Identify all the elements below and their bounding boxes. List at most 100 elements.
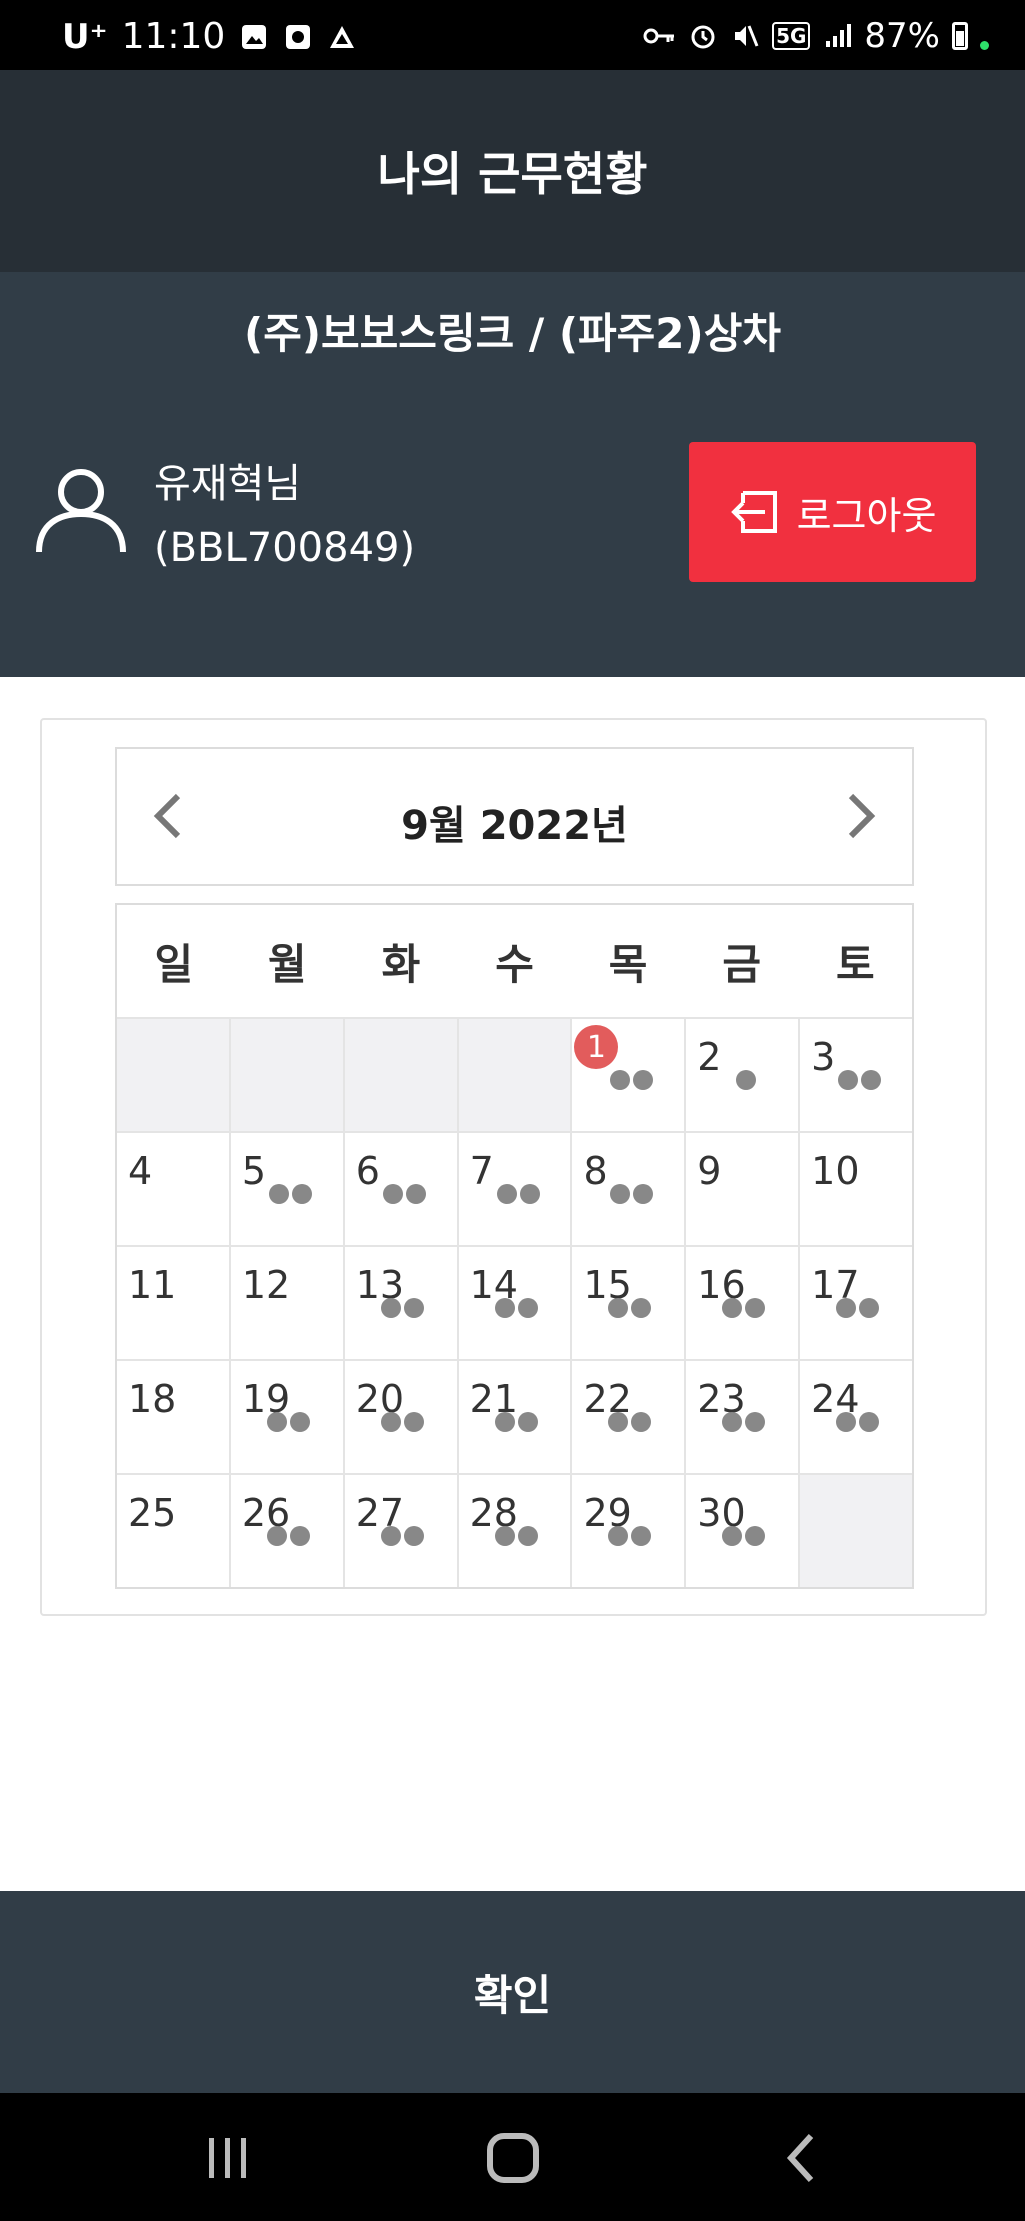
attendance-dots (268, 1184, 312, 1204)
attendance-dot (722, 1526, 743, 1546)
screen-record-icon (286, 24, 311, 49)
attendance-dot (380, 1298, 401, 1318)
attendance-dots (608, 1412, 652, 1432)
weekday-label: 수 (495, 939, 534, 989)
attendance-dot (266, 1412, 287, 1432)
day-cell-26[interactable]: 26 (230, 1473, 345, 1587)
day-cell-5[interactable]: 5 (230, 1131, 345, 1245)
attendance-dots (736, 1070, 757, 1090)
confirm-button[interactable]: 확인 (0, 1891, 1025, 2093)
weekday-header: 일월화수목금토 (117, 905, 912, 1017)
day-cell-23[interactable]: 23 (686, 1359, 801, 1473)
attendance-dots (380, 1526, 424, 1546)
day-number: 9 (697, 1149, 722, 1193)
weekday-label: 금 (722, 939, 761, 989)
day-cell-8[interactable]: 8 (572, 1131, 687, 1245)
attendance-dot (266, 1526, 287, 1546)
user-name: 유재혁님 (154, 461, 302, 507)
attendance-dots (494, 1412, 538, 1432)
status-bar: U⁺ 11:10 5G 87% (0, 0, 1025, 70)
day-cell-13[interactable]: 13 (344, 1245, 459, 1359)
attendance-dot (610, 1070, 631, 1090)
back-button[interactable] (766, 2123, 836, 2193)
weekday-label: 월 (268, 939, 307, 989)
day-cell-29[interactable]: 29 (572, 1473, 687, 1587)
attendance-dot (517, 1526, 538, 1546)
attendance-dot (745, 1298, 766, 1318)
attendance-dots (836, 1412, 880, 1432)
day-cell-18[interactable]: 18 (117, 1359, 231, 1473)
attendance-dots (608, 1526, 652, 1546)
day-cell-12[interactable]: 12 (230, 1245, 345, 1359)
day-cell-17[interactable]: 17 (800, 1245, 913, 1359)
day-cell-15[interactable]: 15 (572, 1245, 687, 1359)
logout-icon (730, 491, 777, 533)
privacy-indicator-dot (980, 40, 989, 50)
company-label: (주)보보스링크 / (파주2)상차 (244, 309, 781, 358)
next-month-button[interactable] (832, 786, 892, 846)
day-cell-22[interactable]: 22 (572, 1359, 687, 1473)
weekday-label: 일 (154, 939, 194, 989)
day-cell-4[interactable]: 4 (117, 1131, 231, 1245)
day-cell-14[interactable]: 14 (458, 1245, 573, 1359)
day-cell-1[interactable]: 1 (572, 1017, 687, 1131)
attendance-dot (736, 1070, 757, 1090)
day-number: 6 (355, 1149, 380, 1193)
day-cell-6[interactable]: 6 (344, 1131, 459, 1245)
recents-button[interactable] (193, 2123, 263, 2193)
month-navigator: 9월 2022년 (115, 747, 914, 886)
day-cell-7[interactable]: 7 (458, 1131, 573, 1245)
day-cell-2[interactable]: 2 (686, 1017, 801, 1131)
page-title: 나의 근무현황 (377, 147, 648, 201)
attendance-dot (633, 1070, 654, 1090)
recents-icon (209, 2138, 246, 2178)
day-cell-3[interactable]: 3 (800, 1017, 913, 1131)
attendance-dot (289, 1412, 310, 1432)
system-nav-bar (0, 2093, 1025, 2221)
day-number: 11 (128, 1263, 177, 1307)
attendance-dot (380, 1412, 401, 1432)
calendar-weeks: 1 2 3 4 5 6 7 8 9 10 11 12 13 14 15 16 17 18 19 20 21 22 23 24 2… (117, 1017, 913, 1587)
back-icon (786, 2133, 814, 2183)
day-cell-21[interactable]: 21 (458, 1359, 573, 1473)
day-cell-11[interactable]: 11 (117, 1245, 231, 1359)
day-cell-10[interactable]: 10 (800, 1131, 913, 1245)
day-number: 18 (128, 1377, 177, 1421)
day-cell-20[interactable]: 20 (344, 1359, 459, 1473)
user-icon (36, 469, 126, 553)
attendance-dot (403, 1298, 424, 1318)
attendance-dots (610, 1184, 654, 1204)
day-cell-27[interactable]: 27 (344, 1473, 459, 1587)
attendance-dot (722, 1298, 743, 1318)
attendance-dot (861, 1070, 882, 1090)
home-button[interactable] (478, 2123, 548, 2193)
attendance-dot (403, 1526, 424, 1546)
day-cell-9[interactable]: 9 (686, 1131, 801, 1245)
attendance-dot (631, 1526, 652, 1546)
network-type: 5G (772, 22, 811, 50)
attendance-dots (722, 1412, 766, 1432)
calendar-week-row: 1 2 3 (117, 1017, 913, 1131)
day-cell-25[interactable]: 25 (117, 1473, 231, 1587)
attendance-dot (631, 1412, 652, 1432)
signal-icon (826, 24, 852, 47)
day-cell-30[interactable]: 30 (686, 1473, 801, 1587)
attendance-dot (836, 1412, 857, 1432)
user-id: (BBL700849) (154, 525, 416, 571)
day-number: 25 (128, 1491, 177, 1535)
attendance-dot (838, 1070, 859, 1090)
attendance-dots (382, 1184, 426, 1204)
battery-percent: 87% (864, 16, 940, 56)
weekday-label: 화 (381, 939, 421, 989)
logout-label: 로그아웃 (796, 495, 937, 538)
day-number: 8 (583, 1149, 608, 1193)
day-cell-28[interactable]: 28 (458, 1473, 573, 1587)
user-details: 유재혁님 (BBL700849) (154, 452, 415, 580)
day-cell-24[interactable]: 24 (800, 1359, 913, 1473)
attendance-dots (494, 1526, 538, 1546)
day-cell-19[interactable]: 19 (230, 1359, 345, 1473)
logout-button[interactable]: 로그아웃 (689, 442, 976, 582)
attendance-dots (608, 1298, 652, 1318)
attendance-dot (496, 1184, 517, 1204)
day-cell-16[interactable]: 16 (686, 1245, 801, 1359)
